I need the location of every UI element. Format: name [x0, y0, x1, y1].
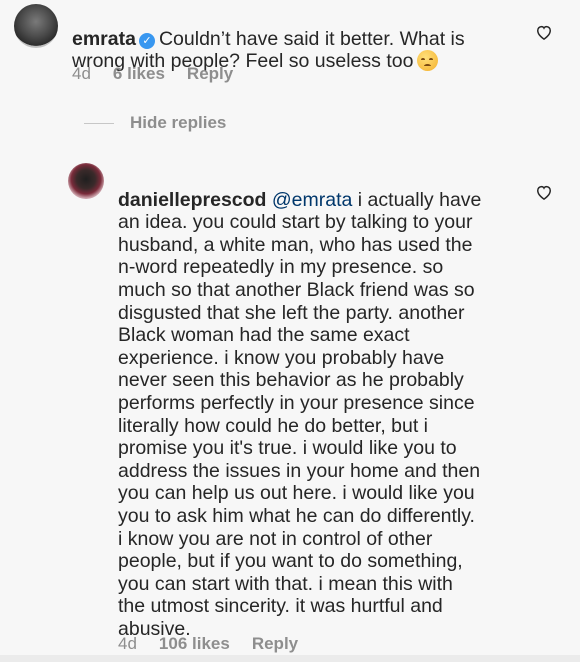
comment-text-rest: an idea. you could start by talking to y…	[118, 211, 481, 640]
username[interactable]: emrata	[72, 28, 136, 50]
divider	[84, 122, 114, 124]
hide-replies-label: Hide replies	[130, 113, 227, 132]
username[interactable]: danielleprescod	[118, 189, 266, 211]
verified-badge-icon: ✓	[138, 32, 155, 49]
comment-meta: 4d 106 likes Reply	[118, 634, 320, 654]
reply-button[interactable]: Reply	[187, 64, 233, 83]
comment-time: 4d	[72, 64, 91, 83]
avatar[interactable]	[14, 4, 58, 48]
reply-button[interactable]: Reply	[252, 634, 298, 653]
likes-count[interactable]: 6 likes	[113, 64, 165, 83]
comment-body: emrata ✓ Couldn’t have said it better. Wha…	[72, 5, 522, 73]
pensive-face-emoji-icon	[417, 50, 439, 72]
bottom-edge	[0, 655, 580, 662]
likes-count[interactable]: 106 likes	[159, 634, 230, 653]
mention-link[interactable]: @emrata	[272, 189, 353, 211]
comment-text-line1: Couldn’t have said it better. What is	[158, 27, 465, 50]
like-heart-icon[interactable]	[534, 182, 554, 202]
comment-time: 4d	[118, 634, 137, 653]
like-heart-icon[interactable]	[534, 22, 554, 42]
comment-text-first: i actually have	[352, 188, 482, 211]
hide-replies-button[interactable]: Hide replies	[84, 113, 226, 133]
avatar[interactable]	[68, 163, 104, 199]
comment-body: danielleprescod @emrata i actually have a…	[118, 166, 528, 640]
comment-meta: 4d 6 likes Reply	[72, 64, 255, 84]
